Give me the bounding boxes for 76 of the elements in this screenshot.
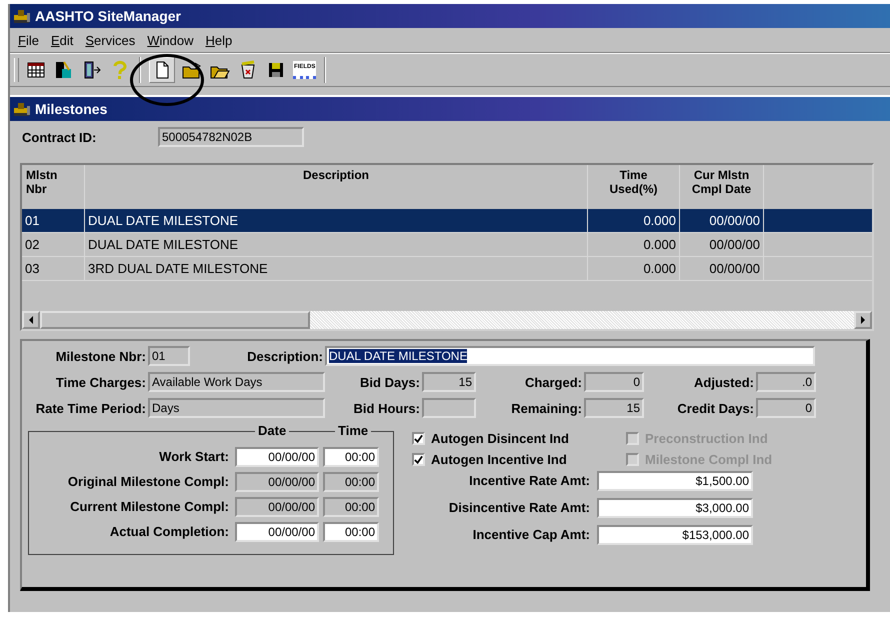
table-row[interactable]: 03 3RD DUAL DATE MILESTONE 0.000 00/00/00 — [22, 257, 872, 281]
date-field[interactable]: 00/00/00 — [235, 496, 319, 516]
text-field[interactable]: .0 — [756, 372, 816, 392]
table-cell: 02 — [22, 233, 85, 256]
menu-item[interactable]: Help — [199, 30, 238, 50]
time-field[interactable]: 00:00 — [323, 446, 379, 466]
right-arrow-icon — [859, 316, 867, 324]
contract-id-field[interactable]: 500054782N02B — [158, 127, 304, 147]
date-field[interactable]: 00/00/00 — [235, 472, 319, 492]
bulldozer-icon — [13, 8, 31, 24]
table-cell: DUAL DATE MILESTONE — [85, 233, 588, 256]
time-field[interactable]: 00:00 — [323, 472, 379, 492]
text-field[interactable]: 0 — [584, 372, 644, 392]
menu-item[interactable]: File — [12, 30, 45, 50]
field-label: Description: — [246, 348, 324, 364]
scroll-right-button[interactable] — [854, 311, 872, 329]
field-label: Current Milestone Compl: — [69, 499, 230, 514]
group-heading: Date — [255, 423, 290, 438]
text-field[interactable]: Available Work Days — [148, 372, 325, 392]
field-label: Credit Days: — [676, 400, 755, 416]
group-heading: Time — [335, 423, 372, 438]
child-window-title: Milestones — [35, 101, 108, 117]
menu-item[interactable]: Services — [79, 30, 142, 50]
amount-field[interactable]: $3,000.00 — [597, 498, 753, 518]
text-field[interactable]: 15 — [422, 372, 476, 392]
table-cell: 0.000 — [588, 257, 680, 280]
date-field[interactable]: 00/00/00 — [235, 446, 319, 466]
text-field[interactable]: 01 — [148, 346, 190, 366]
text-field[interactable]: 0 — [756, 398, 816, 418]
amount-field[interactable]: $153,000.00 — [597, 524, 753, 544]
text-field[interactable]: 15 — [584, 398, 644, 418]
table-cell: DUAL DATE MILESTONE — [85, 209, 588, 232]
amount-field[interactable]: $1,500.00 — [597, 470, 753, 490]
table-cell: 03 — [22, 257, 85, 280]
field-label: Original Milestone Compl: — [66, 474, 230, 489]
new-document-icon[interactable] — [149, 57, 175, 83]
field-label: Disincentive Rate Amt: — [448, 500, 591, 515]
menu-item[interactable]: Edit — [44, 30, 80, 50]
field-label: Incentive Cap Amt: — [472, 527, 591, 542]
table-row[interactable]: 02 DUAL DATE MILESTONE 0.000 00/00/00 — [22, 233, 872, 257]
field-label: Time Charges: — [54, 374, 147, 390]
field-label: Incentive Rate Amt: — [468, 473, 591, 488]
field-label: Rate Time Period: — [34, 400, 147, 416]
field-label: Contract ID: — [22, 130, 98, 144]
checkbox-label: Autogen Incentive Ind — [431, 452, 567, 467]
menu-item[interactable]: Window — [141, 30, 200, 50]
bulldozer-icon — [13, 101, 31, 117]
table-row[interactable]: 01 DUAL DATE MILESTONE 0.000 00/00/00 — [22, 209, 872, 233]
text-field[interactable]: Days — [148, 398, 325, 418]
table-cell: 00/00/00 — [680, 233, 764, 256]
table-cell: 0.000 — [588, 209, 680, 232]
time-field[interactable]: 00:00 — [323, 522, 379, 542]
text-field[interactable]: DUAL DATE MILESTONE — [325, 346, 815, 366]
field-label: Remaining: — [510, 400, 583, 416]
date-field[interactable]: 00/00/00 — [235, 522, 319, 542]
checkbox-label: Autogen Disincent Ind — [431, 431, 569, 446]
time-field[interactable]: 00:00 — [323, 496, 379, 516]
window-title: AASHTO SiteManager — [35, 8, 181, 24]
table-cell: 01 — [22, 209, 85, 232]
field-label: Adjusted: — [693, 374, 755, 390]
field-label: Charged: — [524, 374, 583, 390]
left-arrow-icon — [27, 316, 35, 324]
table-cell: 00/00/00 — [680, 257, 764, 280]
text-field[interactable] — [422, 398, 476, 418]
scroll-left-button[interactable] — [22, 311, 40, 329]
table-cell: 3RD DUAL DATE MILESTONE — [85, 257, 588, 280]
scrollbar-thumb[interactable] — [40, 311, 310, 329]
field-label: Actual Completion: — [108, 524, 230, 539]
checkbox[interactable] — [412, 432, 425, 445]
field-label: Bid Days: — [359, 374, 421, 390]
table-cell: 00/00/00 — [680, 209, 764, 232]
field-label: Milestone Nbr: — [54, 348, 147, 364]
field-label: Bid Hours: — [352, 400, 421, 416]
table-cell: 0.000 — [588, 233, 680, 256]
checkbox[interactable] — [412, 453, 425, 466]
field-label: Work Start: — [158, 449, 230, 464]
